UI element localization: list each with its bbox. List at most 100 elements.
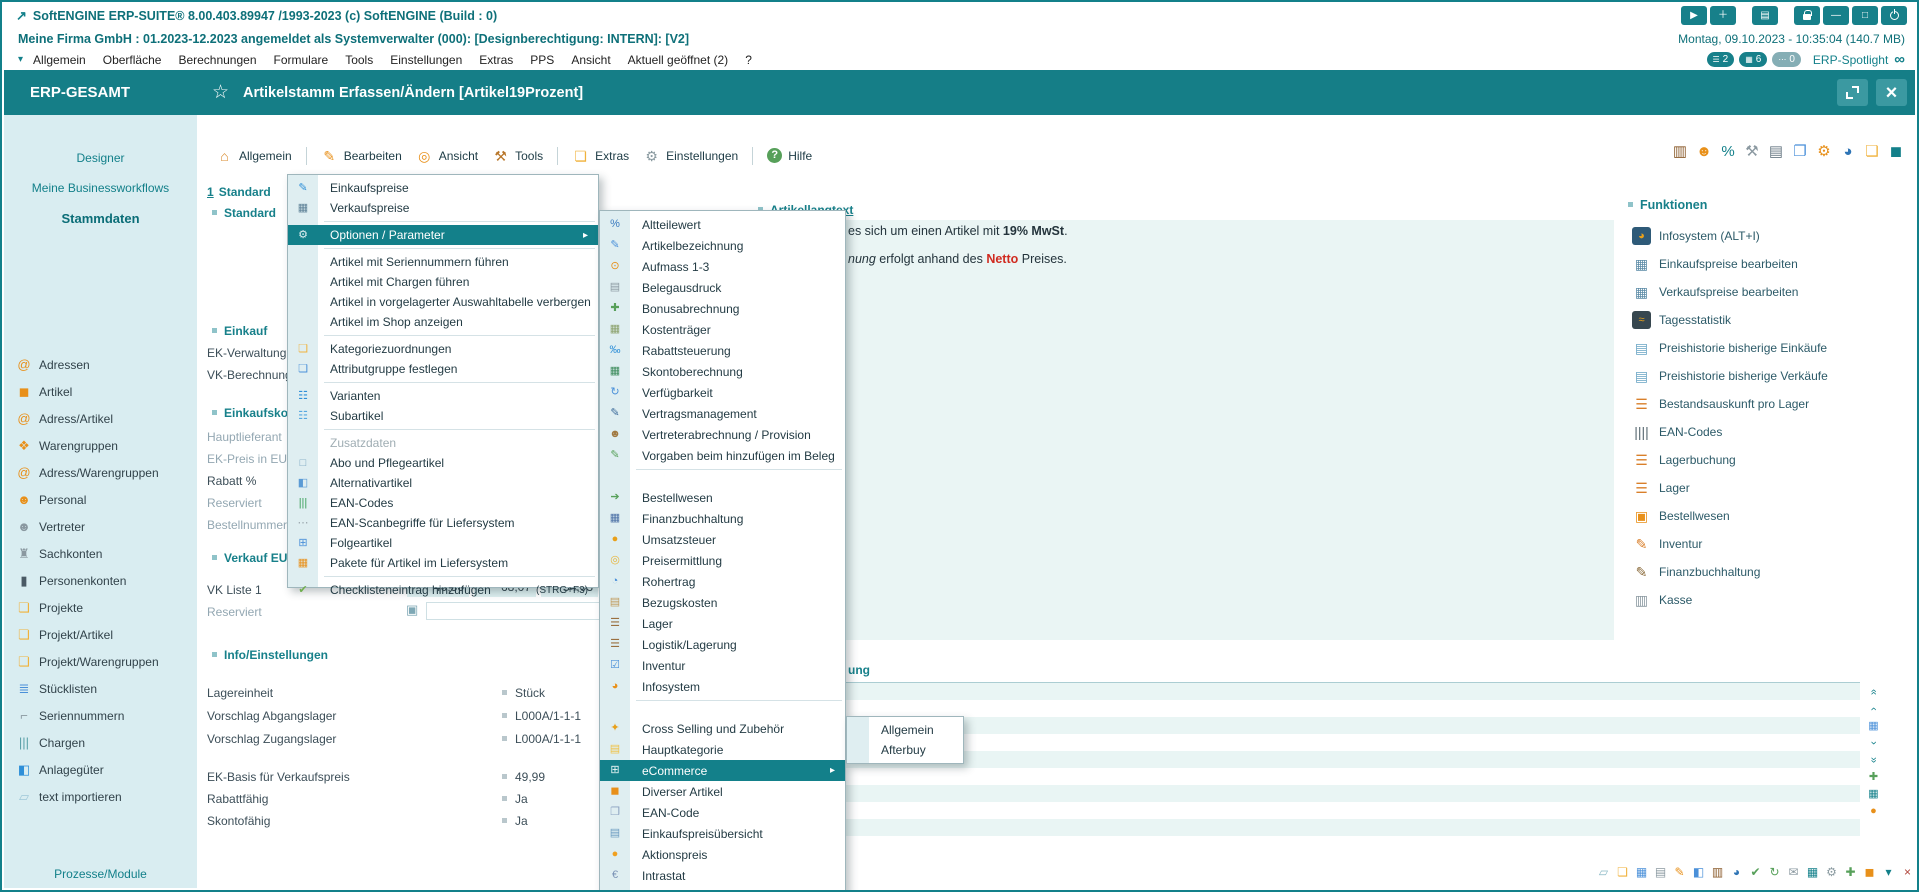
submenu-vorgaben-beleg[interactable]: ✎ Vorgaben beim hinzufügen im Beleg <box>600 445 845 466</box>
power-button[interactable] <box>1881 6 1907 25</box>
windows-icon[interactable]: ❐ <box>1791 144 1809 159</box>
sidebar-item-projekt-warengruppen[interactable]: ❏ Projekt/Warengruppen <box>4 648 197 675</box>
sidebar-item-chargen[interactable]: ||| Chargen <box>4 729 197 756</box>
separator[interactable] <box>600 466 845 487</box>
sidebar-item-personenkonten[interactable]: ▮ Personenkonten <box>4 567 197 594</box>
submenu-kostentraeger[interactable]: ▦ Kostenträger <box>600 319 845 340</box>
menu-item-pakete[interactable]: ▦ Pakete für Artikel im Liefersystem <box>288 553 598 573</box>
grid-icon[interactable]: ▦ <box>1866 787 1881 801</box>
fullscreen-button[interactable] <box>1837 79 1868 106</box>
separator[interactable] <box>288 573 598 580</box>
lock-button[interactable] <box>1794 6 1820 25</box>
submenu-finanzbuchhaltung[interactable]: ▦ Finanzbuchhaltung <box>600 508 845 529</box>
funktion-bestandsauskunft[interactable]: ☰ Bestandsauskunft pro Lager <box>1622 390 1917 418</box>
menu-item-artikel-chargen[interactable]: Artikel mit Chargen führen <box>288 272 598 292</box>
sidebar-item-artikel[interactable]: ◼ Artikel <box>4 378 197 405</box>
toolbar-einstellungen[interactable]: ⚙ Einstellungen <box>643 149 738 163</box>
user-icon[interactable]: ☻ <box>1695 144 1713 159</box>
badge-other[interactable]: ⋯ 0 <box>1772 52 1801 67</box>
menu-item-verkaufspreise[interactable]: ▦ Verkaufspreise <box>288 198 598 218</box>
menu-tools[interactable]: Tools <box>345 53 373 67</box>
printer-icon[interactable]: ▤ <box>1767 144 1785 159</box>
funktion-bestellwesen[interactable]: ▣ Bestellwesen <box>1622 502 1917 530</box>
box-icon[interactable]: ◼ <box>1862 864 1877 880</box>
funktion-tagesstatistik[interactable]: ≈ Tagesstatistik <box>1622 306 1917 334</box>
submenu-verfuegbarkeit[interactable]: ↻ Verfügbarkeit <box>600 382 845 403</box>
submenu-intrastat[interactable]: € Intrastat <box>600 865 845 886</box>
sidebar-item-warengruppen[interactable]: ❖ Warengruppen <box>4 432 197 459</box>
minimize-button[interactable]: — <box>1823 6 1849 25</box>
menu-item-artikel-verbergen[interactable]: Artikel in vorgelagerter Auswahltabelle … <box>288 292 598 312</box>
tools-icon[interactable]: ⚒ <box>1743 144 1761 159</box>
menu-item-ean-codes[interactable]: ||| EAN-Codes <box>288 493 598 513</box>
sidebar-item-adress-warengruppen[interactable]: @ Adress/Warengruppen <box>4 459 197 486</box>
close-button[interactable]: × <box>1876 79 1907 106</box>
submenu-logistik-lagerung[interactable]: ☰ Logistik/Lagerung <box>600 634 845 655</box>
toolbar-tools[interactable]: ⚒ Tools <box>492 149 543 163</box>
table-icon[interactable]: ▦ <box>1866 719 1881 733</box>
menu-ansicht[interactable]: Ansicht <box>571 53 610 67</box>
add-icon[interactable]: ✚ <box>1866 770 1881 784</box>
separator[interactable] <box>600 697 845 718</box>
down-icon[interactable]: ▾ <box>1881 864 1896 880</box>
submenu-vertragsmanagement[interactable]: ✎ Vertragsmanagement <box>600 403 845 424</box>
menu-item-artikel-seriennummern[interactable]: Artikel mit Seriennummern führen <box>288 252 598 272</box>
submenu-einkaufspreisuebersicht[interactable]: ▤ Einkaufspreisübersicht <box>600 823 845 844</box>
submenu-cross-selling[interactable]: ✦ Cross Selling und Zubehör <box>600 718 845 739</box>
submenu-aktionspreis[interactable]: ● Aktionspreis <box>600 844 845 865</box>
separator[interactable] <box>557 146 559 165</box>
menu-item-ean-scanbegriffe[interactable]: ⋯ EAN-Scanbegriffe für Liefersystem <box>288 513 598 533</box>
add-window-button[interactable]: ＋ <box>1710 6 1736 25</box>
menu-item-attributgruppe[interactable]: ❏ Attributgruppe festlegen <box>288 359 598 379</box>
submenu-kasse[interactable]: ▥ Kasse <box>600 886 845 891</box>
sidebar-meine-businessworkflows[interactable]: Meine Businessworkflows <box>4 173 197 203</box>
menu-item-optionen-parameter[interactable]: ⚙ Optionen / Parameter ▸ <box>288 225 598 245</box>
toolbar-ansicht[interactable]: ◎ Ansicht <box>416 149 478 163</box>
sidebar-prozesse-module[interactable]: Prozesse/Module <box>4 859 197 888</box>
menu-item-varianten[interactable]: ☷ Varianten <box>288 386 598 406</box>
sidebar-designer[interactable]: Designer <box>4 143 197 173</box>
split-icon[interactable]: ◧ <box>1691 864 1706 880</box>
scroll-down-icon[interactable]: › <box>1867 736 1881 751</box>
submenu-infosystem[interactable]: ◕ Infosystem <box>600 676 845 697</box>
menu-oberflaeche[interactable]: Oberfläche <box>103 53 162 67</box>
submenu-ecommerce[interactable]: ⊞ eCommerce ▸ <box>600 760 845 781</box>
menu-berechnungen[interactable]: Berechnungen <box>178 53 256 67</box>
cabinet-icon[interactable]: ▥ <box>1671 144 1689 159</box>
sidebar-item-adress-artikel[interactable]: @ Adress/Artikel <box>4 405 197 432</box>
cabinet-icon[interactable]: ▥ <box>1710 864 1725 880</box>
menu-item-zusatzdaten[interactable]: Zusatzdaten <box>288 433 598 453</box>
toolbar-hilfe[interactable]: ? Hilfe <box>767 148 812 163</box>
submenu-preisermittlung[interactable]: ◎ Preisermittlung <box>600 550 845 571</box>
submenu-artikelbezeichnung[interactable]: ✎ Artikelbezeichnung <box>600 235 845 256</box>
scroll-up-icon[interactable]: ‹ <box>1867 702 1881 717</box>
submenu-belegausdruck[interactable]: ▤ Belegausdruck <box>600 277 845 298</box>
sidebar-item-text-importieren[interactable]: ▱ text importieren <box>4 783 197 810</box>
nav-forward-button[interactable]: ▶ <box>1681 6 1707 25</box>
sidebar-item-anlagegueter[interactable]: ◧ Anlagegüter <box>4 756 197 783</box>
funktion-infosystem[interactable]: ◕ Infosystem (ALT+I) <box>1622 222 1917 250</box>
submenu-diverser-artikel[interactable]: ◼ Diverser Artikel <box>600 781 845 802</box>
erp-spotlight-label[interactable]: ERP-Spotlight <box>1813 53 1888 67</box>
folder-icon[interactable]: ❏ <box>1863 144 1881 159</box>
refresh-icon[interactable]: ↻ <box>1767 864 1782 880</box>
sidebar-item-vertreter[interactable]: ☻ Vertreter <box>4 513 197 540</box>
check-icon[interactable]: ✔ <box>1748 864 1763 880</box>
submenu-ean-code[interactable]: ❐ EAN-Code <box>600 802 845 823</box>
submenu-rabattsteuerung[interactable]: ‰ Rabattsteuerung <box>600 340 845 361</box>
funktion-finanzbuchhaltung[interactable]: ✎ Finanzbuchhaltung <box>1622 558 1917 586</box>
grid-icon[interactable]: ▦ <box>1805 864 1820 880</box>
spacer[interactable] <box>1781 6 1791 25</box>
record-icon[interactable]: ● <box>1866 804 1881 818</box>
funktion-verkaufspreise-bearbeiten[interactable]: ▦ Verkaufspreise bearbeiten <box>1622 278 1917 306</box>
window-list-button[interactable]: ▤ <box>1752 6 1778 25</box>
close-icon[interactable]: × <box>1900 864 1915 880</box>
edit-icon[interactable]: ✎ <box>1672 864 1687 880</box>
subsubmenu-afterbuy[interactable]: Afterbuy <box>847 740 963 760</box>
menu-extras[interactable]: Extras <box>479 53 513 67</box>
separator[interactable] <box>288 245 598 252</box>
scroll-bottom-icon[interactable]: » <box>1867 753 1881 768</box>
submenu-bonusabrechnung[interactable]: ✚ Bonusabrechnung <box>600 298 845 319</box>
chart-icon[interactable]: ◕ <box>1839 144 1857 159</box>
menu-item-folgeartikel[interactable]: ⊞ Folgeartikel <box>288 533 598 553</box>
